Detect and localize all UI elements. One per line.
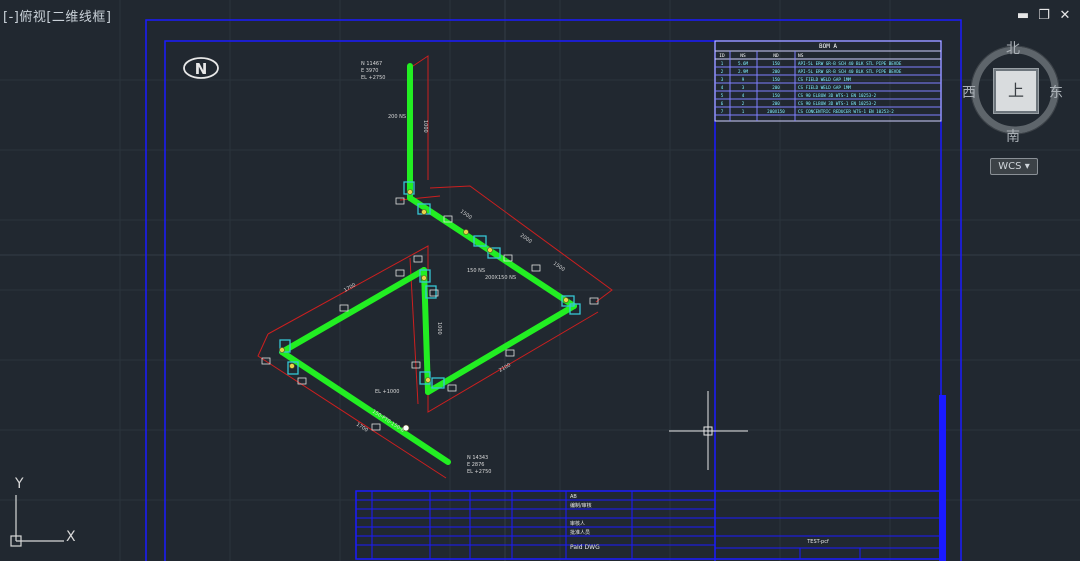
bom-cell: CS 90 ELBOW 3D WTS-1 EN 10253-2: [798, 101, 877, 106]
bom-cell: API-5L ERW GR-B SCH 40 BLK STL PIPE BEVD…: [798, 61, 902, 66]
bom-rows: 1 5.6M 150 API-5L ERW GR-B SCH 40 BLK STL P…: [721, 61, 902, 114]
dim-text-1: 1000: [422, 120, 428, 133]
top-coord-el: EL +2750: [361, 75, 385, 81]
ucs-y-label: Y: [14, 476, 24, 492]
bom-title: BOM A: [819, 43, 837, 50]
bom-cell: CS CONCENTRIC REDUCER WTS-1 EN 10253-2: [798, 109, 894, 114]
reducer-label-2: 200X150 NS: [485, 275, 516, 281]
bom-cell: 1: [742, 109, 745, 114]
bom-cell: 7: [721, 109, 724, 114]
viewcube-north[interactable]: 北: [1006, 38, 1020, 58]
dim-text-7: 1700: [355, 422, 369, 434]
pipe-lower-left: [279, 349, 451, 465]
viewcube-west[interactable]: 西: [962, 82, 976, 102]
reducer-label: 150 NS: [467, 268, 485, 274]
dim-text-5: 1500: [552, 261, 566, 273]
bom-cell: CS FIELD WELD GAP 1MM: [798, 77, 851, 82]
bom-headers: ID NS ND NS: [719, 53, 803, 59]
bom-cell: 2: [742, 101, 745, 106]
bom-cell: 5.6M: [738, 61, 749, 66]
bottom-coord-e: E 2876: [467, 462, 484, 468]
bottom-coord-n: N 14343: [467, 455, 488, 461]
bom-cell: 2: [721, 69, 724, 74]
inner-frame: [164, 40, 942, 561]
minimize-button[interactable]: ▬: [1014, 8, 1032, 24]
bom-cell: 150: [772, 93, 780, 98]
tb-label-2: 编制/审核: [570, 502, 592, 509]
bom-cell: 2.9M: [738, 69, 749, 74]
close-button[interactable]: ✕: [1056, 8, 1074, 24]
bom-cell: 200: [772, 101, 780, 106]
bottom-coord-el: EL +2750: [467, 469, 491, 475]
bom-cell: CS FIELD WELD GAP 1MM: [798, 85, 851, 90]
tb-label-5: PaId DWG: [570, 544, 600, 551]
viewport-label[interactable]: [-]俯视[二维线框]: [3, 6, 111, 25]
bom-cell: API-5L ERW GR-B SCH 40 BLK STL PIPE BEVD…: [798, 69, 902, 74]
dim-text-2: 1700: [343, 282, 357, 294]
bom-header-cell: ND: [773, 53, 779, 59]
bom-cell: 4: [721, 85, 724, 90]
dim-text-4: 2000: [519, 233, 533, 245]
bom-cell: 1: [721, 61, 724, 66]
bom-cell: CS 90 ELBOW 3D WTS-1 EN 10253-2: [798, 93, 877, 98]
bom-cell: 150: [772, 61, 780, 66]
title-block: [355, 490, 942, 560]
bom-table: BOM A ID NS ND NS 1 5.6M 150 API-5L ERW GR-B S…: [714, 40, 942, 122]
bom-cell: 200: [772, 69, 780, 74]
viewcube-east[interactable]: 东: [1049, 82, 1063, 102]
bom-cell: 150: [772, 77, 780, 82]
top-coord-e: E 3970: [361, 68, 378, 74]
ucs-x-label: X: [66, 529, 76, 545]
bom-header-cell: ID: [719, 53, 725, 59]
bom-cell: 4: [742, 93, 745, 98]
elevation-mid: EL +1000: [375, 389, 399, 395]
bom-cell: 3: [742, 85, 745, 90]
tb-label-4: 批准人员: [570, 529, 590, 536]
bom-cell: 200X150: [767, 109, 785, 114]
tb-label-3: 审核人: [570, 520, 585, 527]
fittings: [279, 181, 581, 389]
viewcube-south[interactable]: 南: [1006, 126, 1020, 146]
drawing-viewport[interactable]: BOM A ID NS ND NS 1 5.6M 150 API-5L ERW GR-B S…: [0, 0, 1080, 561]
wcs-menu[interactable]: WCS ▾: [990, 158, 1038, 175]
size-label-200: 200 NS: [388, 114, 406, 120]
north-symbol: N: [183, 57, 219, 79]
ucs-icon: [10, 495, 64, 547]
restore-button[interactable]: ❐: [1035, 8, 1053, 24]
cad-canvas[interactable]: BOM A ID NS ND NS 1 5.6M 150 API-5L ERW GR-B S…: [0, 0, 1080, 561]
bom-header-cell: NS: [740, 53, 746, 59]
annotations: N 11467 E 3970 EL +2750 200 NS 150 NS 20…: [361, 61, 516, 475]
tb-file-name: TEST-pcf: [806, 539, 829, 545]
bom-cell: 200: [772, 85, 780, 90]
callout-tags: [261, 197, 599, 431]
dim-text-3: 1500: [459, 209, 473, 221]
title-block-texts: AB 编制/审核 审核人 批准人员 PaId DWG TEST-pcf: [570, 494, 829, 551]
top-coord-n: N 11467: [361, 61, 382, 67]
dim-text-8: 1000: [436, 322, 442, 335]
tb-label-1: AB: [570, 494, 577, 500]
wcs-label: WCS: [998, 161, 1022, 172]
bom-cell: 5: [721, 93, 724, 98]
bom-header-cell: NS: [798, 53, 804, 59]
north-symbol-letter: N: [195, 60, 208, 78]
chevron-down-icon: ▾: [1024, 161, 1030, 172]
crosshair-cursor: [669, 391, 748, 470]
bom-cell: 6: [721, 101, 724, 106]
viewcube-top-face[interactable]: 上: [993, 68, 1039, 114]
